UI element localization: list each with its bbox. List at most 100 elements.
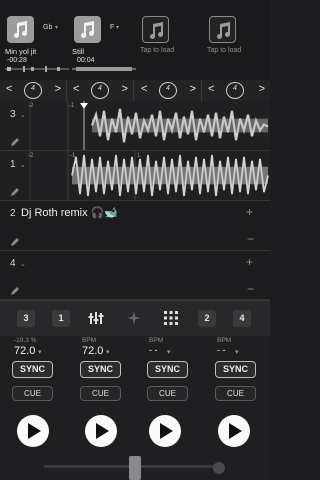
cue-button[interactable]: CUE	[80, 386, 121, 401]
add-button[interactable]: +	[246, 255, 253, 269]
deck-2-title: Still	[72, 47, 85, 56]
crossfader-handle[interactable]	[129, 456, 141, 480]
deck-3-title[interactable]: Tap to load	[140, 47, 174, 54]
play-button[interactable]	[149, 415, 181, 447]
loop-size: 4	[31, 85, 35, 92]
track-3-waveform[interactable]	[0, 101, 270, 150]
pencil-icon[interactable]	[10, 283, 20, 295]
bpm-value[interactable]: 72.0	[82, 345, 103, 357]
track-number: 4	[10, 258, 16, 269]
beat-marker: -2	[28, 153, 34, 159]
play-button[interactable]	[85, 415, 117, 447]
chevron-down-icon[interactable]: ▾	[167, 348, 171, 356]
beat-jump-back-button[interactable]: <	[208, 83, 214, 95]
mixer-icon[interactable]	[88, 310, 104, 326]
knob-icon[interactable]	[213, 462, 225, 474]
crossfader[interactable]	[0, 452, 270, 480]
loop-icon[interactable]: 4	[226, 82, 244, 99]
cue-button[interactable]: CUE	[12, 386, 53, 401]
bpm-caption: BPM	[82, 337, 97, 344]
deck-1-title: Min yol jit	[5, 47, 37, 56]
chevron-down-icon: ▾	[116, 25, 120, 31]
bpm-value[interactable]: 72.0	[14, 345, 35, 357]
loop-size: 4	[98, 85, 102, 92]
beat-jump-back-button[interactable]: <	[73, 83, 79, 95]
loop-segment-4: < 4 >	[202, 80, 270, 101]
deck-4-cover[interactable]	[209, 16, 236, 43]
deck-1-key[interactable]: Gb	[43, 24, 52, 31]
play-icon	[229, 423, 242, 439]
loop-icon[interactable]: 4	[159, 82, 177, 99]
remove-button[interactable]: −	[247, 282, 254, 296]
track-1-waveform[interactable]	[0, 151, 270, 200]
chevron-down-icon[interactable]: ▾	[235, 348, 239, 356]
deck-select-button[interactable]: 4	[233, 310, 251, 327]
deck-3[interactable]: Tap to load	[140, 16, 206, 78]
deck-select-button[interactable]: 3	[17, 310, 35, 327]
loop-size: 4	[166, 85, 170, 92]
track-number: 1	[10, 159, 16, 170]
deck-2-overview-waveform[interactable]	[72, 66, 136, 72]
beat-marker: -1	[69, 103, 75, 109]
beat-jump-forward-button[interactable]: >	[55, 83, 61, 95]
bpm-value[interactable]: - -	[149, 345, 158, 355]
sync-button[interactable]: SYNC	[215, 361, 256, 378]
beat-marker: -2	[28, 103, 34, 109]
music-note-icon	[217, 22, 231, 39]
beat-jump-forward-button[interactable]: >	[259, 83, 265, 95]
deck-1-overview-waveform[interactable]	[5, 66, 69, 72]
pencil-icon[interactable]	[10, 234, 20, 246]
music-note-icon	[14, 21, 28, 38]
deck-2-key[interactable]: F	[110, 24, 114, 31]
chevron-down-icon: ▾	[55, 25, 59, 31]
cue-button[interactable]: CUE	[147, 386, 188, 401]
deck-select-button[interactable]: 2	[198, 310, 216, 327]
chevron-down-icon[interactable]: ▾	[38, 348, 42, 356]
bpm-value[interactable]: - -	[217, 345, 226, 355]
chevron-down-icon[interactable]: ⌄	[20, 260, 26, 268]
sync-button[interactable]: SYNC	[80, 361, 121, 378]
loop-icon[interactable]: 4	[91, 82, 109, 99]
sync-button[interactable]: SYNC	[12, 361, 53, 378]
play-icon	[28, 423, 41, 439]
effects-icon[interactable]	[126, 310, 142, 326]
beat-jump-forward-button[interactable]: >	[122, 83, 128, 95]
play-icon	[160, 423, 173, 439]
deck-1-cover[interactable]	[7, 16, 34, 43]
chevron-down-icon[interactable]: ▾	[106, 348, 110, 356]
sampler-grid-icon[interactable]	[163, 310, 179, 326]
track-row-1[interactable]: -2 -1 1 1 ⌄	[0, 151, 270, 201]
music-note-icon	[150, 22, 164, 39]
track-number: 2	[10, 208, 16, 219]
deck-1[interactable]: Gb ▾ Min yol jit -00:28	[5, 16, 71, 78]
track-row-2[interactable]: 2 Dj Roth remix 🎧🐋 + −	[0, 201, 270, 251]
pencil-icon[interactable]	[10, 184, 20, 196]
play-button[interactable]	[218, 415, 250, 447]
loop-size: 4	[233, 85, 237, 92]
pencil-icon[interactable]	[10, 134, 20, 146]
decks-header: Gb ▾ Min yol jit -00:28 F ▾ Still 00:04 …	[0, 0, 270, 80]
deck-1-time: -00:28	[7, 57, 27, 64]
add-button[interactable]: +	[246, 205, 253, 219]
play-button[interactable]	[17, 415, 49, 447]
deck-select-button[interactable]: 1	[52, 310, 70, 327]
beat-marker: -1	[70, 153, 76, 159]
beat-jump-back-button[interactable]: <	[141, 83, 147, 95]
deck-2[interactable]: F ▾ Still 00:04	[72, 16, 138, 78]
deck-2-cover[interactable]	[74, 16, 101, 43]
chevron-down-icon[interactable]: ⌄	[20, 111, 26, 119]
deck-3-cover[interactable]	[142, 16, 169, 43]
beat-jump-forward-button[interactable]: >	[190, 83, 196, 95]
deck-4[interactable]: Tap to load	[207, 16, 273, 78]
cue-button[interactable]: CUE	[215, 386, 256, 401]
track-row-4[interactable]: 4 ⌄ + −	[0, 251, 270, 300]
loop-icon[interactable]: 4	[24, 82, 42, 99]
beat-marker: 1	[137, 153, 141, 159]
sync-button[interactable]: SYNC	[147, 361, 188, 378]
chevron-down-icon[interactable]: ⌄	[20, 161, 26, 169]
remove-button[interactable]: −	[247, 232, 254, 246]
deck-4-title[interactable]: Tap to load	[207, 47, 241, 54]
deck-2-time: 00:04	[77, 57, 95, 64]
beat-jump-back-button[interactable]: <	[6, 83, 12, 95]
track-row-3[interactable]: -2 -1 3 ⌄	[0, 101, 270, 151]
